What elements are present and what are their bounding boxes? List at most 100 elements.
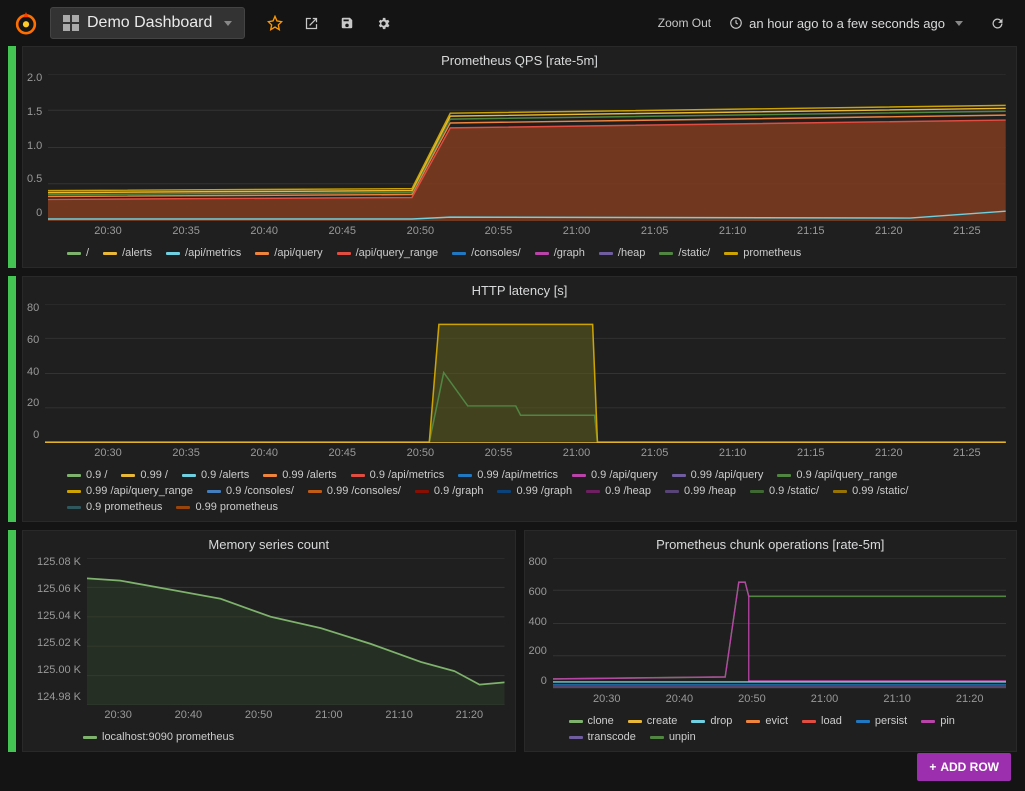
- legend-item[interactable]: clone: [569, 715, 614, 727]
- legend-label: prometheus: [743, 247, 801, 259]
- tick-label: 60: [27, 334, 39, 346]
- legend-item[interactable]: 0.99 /api/query_range: [67, 485, 193, 497]
- legend-label: 0.99 /consoles/: [327, 485, 401, 497]
- plot-area[interactable]: [48, 74, 1006, 221]
- y-axis: 125.08 K125.06 K125.04 K125.02 K125.00 K…: [23, 554, 87, 705]
- legend-label: /api/metrics: [185, 247, 241, 259]
- legend-item[interactable]: /api/query_range: [337, 247, 439, 259]
- legend-item[interactable]: 0.99 /api/metrics: [458, 469, 558, 481]
- tick-label: 400: [529, 616, 547, 628]
- legend: 0.9 / 0.99 / 0.9 /alerts 0.99 /alerts 0.9 /a…: [23, 463, 1016, 521]
- panel-latency[interactable]: HTTP latency [s] 806040200: [22, 276, 1017, 522]
- tick-label: 1.5: [27, 106, 42, 118]
- legend-swatch: [672, 474, 686, 477]
- legend-item[interactable]: 0.9 prometheus: [67, 501, 162, 513]
- legend-item[interactable]: 0.99 /alerts: [263, 469, 336, 481]
- tick-label: 21:20: [850, 225, 928, 237]
- plot-area[interactable]: [87, 558, 505, 705]
- tick-label: 600: [529, 586, 547, 598]
- panel-qps[interactable]: Prometheus QPS [rate-5m] 2.01.51.00.50: [22, 46, 1017, 268]
- legend-item[interactable]: /: [67, 247, 89, 259]
- tick-label: 21:20: [850, 447, 928, 459]
- tick-label: 21:10: [364, 709, 434, 721]
- y-axis: 806040200: [23, 300, 45, 443]
- legend-item[interactable]: unpin: [650, 731, 696, 743]
- panel-chunk[interactable]: Prometheus chunk operations [rate-5m] 80…: [524, 530, 1018, 752]
- tick-label: 20:30: [83, 709, 153, 721]
- legend-label: 0.99 /api/query_range: [86, 485, 193, 497]
- refresh-icon[interactable]: [981, 7, 1013, 39]
- add-row-button[interactable]: + ADD ROW: [917, 753, 1011, 781]
- legend-item[interactable]: 0.99 /consoles/: [308, 485, 401, 497]
- legend-item[interactable]: /api/query: [255, 247, 322, 259]
- legend-swatch: [497, 490, 511, 493]
- legend-item[interactable]: prometheus: [724, 247, 801, 259]
- plot-area[interactable]: [45, 304, 1006, 443]
- legend-item[interactable]: 0.99 /graph: [497, 485, 572, 497]
- legend-item[interactable]: drop: [691, 715, 732, 727]
- legend-label: 0.99 /heap: [684, 485, 736, 497]
- legend-item[interactable]: 0.9 /heap: [586, 485, 651, 497]
- legend-item[interactable]: 0.9 /: [67, 469, 107, 481]
- tick-label: 21:25: [928, 447, 1006, 459]
- legend-swatch: [176, 506, 190, 509]
- panel-memory[interactable]: Memory series count 125.08 K125.06 K125.…: [22, 530, 516, 752]
- legend-swatch: [833, 490, 847, 493]
- dashboard-picker-button[interactable]: Demo Dashboard: [50, 7, 245, 39]
- legend-item[interactable]: /graph: [535, 247, 585, 259]
- legend-item[interactable]: 0.99 /: [121, 469, 168, 481]
- plus-icon: +: [929, 760, 936, 774]
- legend-item[interactable]: 0.99 /api/query: [672, 469, 764, 481]
- legend-item[interactable]: 0.99 /static/: [833, 485, 908, 497]
- tick-label: 20:45: [303, 225, 381, 237]
- row-handle[interactable]: [8, 276, 16, 522]
- row-handle[interactable]: [8, 46, 16, 268]
- legend-item[interactable]: transcode: [569, 731, 636, 743]
- grafana-logo[interactable]: [12, 9, 40, 37]
- legend-item[interactable]: 0.99 /heap: [665, 485, 736, 497]
- legend-swatch: [921, 720, 935, 723]
- legend-swatch: [628, 720, 642, 723]
- row-handle[interactable]: [8, 530, 16, 752]
- legend-swatch: [746, 720, 760, 723]
- legend-swatch: [750, 490, 764, 493]
- legend-item[interactable]: persist: [856, 715, 907, 727]
- legend-item[interactable]: evict: [746, 715, 788, 727]
- tick-label: 1.0: [27, 140, 42, 152]
- legend-swatch: [67, 252, 81, 255]
- star-icon[interactable]: [259, 7, 291, 39]
- legend-item[interactable]: 0.9 /api/query_range: [777, 469, 897, 481]
- legend-item[interactable]: pin: [921, 715, 955, 727]
- legend-item[interactable]: 0.9 /alerts: [182, 469, 249, 481]
- legend-swatch: [67, 490, 81, 493]
- settings-icon[interactable]: [367, 7, 399, 39]
- time-range-picker[interactable]: an hour ago to a few seconds ago: [729, 16, 963, 31]
- legend-item[interactable]: /static/: [659, 247, 710, 259]
- zoom-out-button[interactable]: Zoom Out: [658, 16, 711, 30]
- legend-item[interactable]: load: [802, 715, 842, 727]
- legend-item[interactable]: /heap: [599, 247, 646, 259]
- tick-label: 20:30: [571, 693, 644, 705]
- legend-item[interactable]: /consoles/: [452, 247, 521, 259]
- legend: / /alerts/api/metrics/api/query/api/query…: [23, 241, 1016, 267]
- legend-item[interactable]: 0.9 /consoles/: [207, 485, 294, 497]
- legend-label: 0.99 /api/query: [691, 469, 764, 481]
- legend-item[interactable]: localhost:9090 prometheus: [83, 731, 234, 743]
- legend-item[interactable]: 0.9 /static/: [750, 485, 819, 497]
- plot-area[interactable]: [553, 558, 1006, 689]
- main-toolbar: Demo Dashboard Zoom Out an hour ago to a…: [0, 0, 1025, 46]
- dashboard-title: Demo Dashboard: [87, 14, 212, 32]
- legend-label: /api/query: [274, 247, 322, 259]
- legend-item[interactable]: 0.9 /graph: [415, 485, 484, 497]
- save-icon[interactable]: [331, 7, 363, 39]
- share-icon[interactable]: [295, 7, 327, 39]
- legend-item[interactable]: /alerts: [103, 247, 152, 259]
- tick-label: 21:00: [537, 225, 615, 237]
- legend-item[interactable]: 0.9 /api/metrics: [351, 469, 445, 481]
- legend-item[interactable]: /api/metrics: [166, 247, 241, 259]
- legend-item[interactable]: 0.9 /api/query: [572, 469, 658, 481]
- legend-item[interactable]: 0.99 prometheus: [176, 501, 278, 513]
- tick-label: 20:40: [153, 709, 223, 721]
- legend-item[interactable]: create: [628, 715, 678, 727]
- x-axis: 20:3020:4020:5021:0021:1021:20: [83, 705, 515, 725]
